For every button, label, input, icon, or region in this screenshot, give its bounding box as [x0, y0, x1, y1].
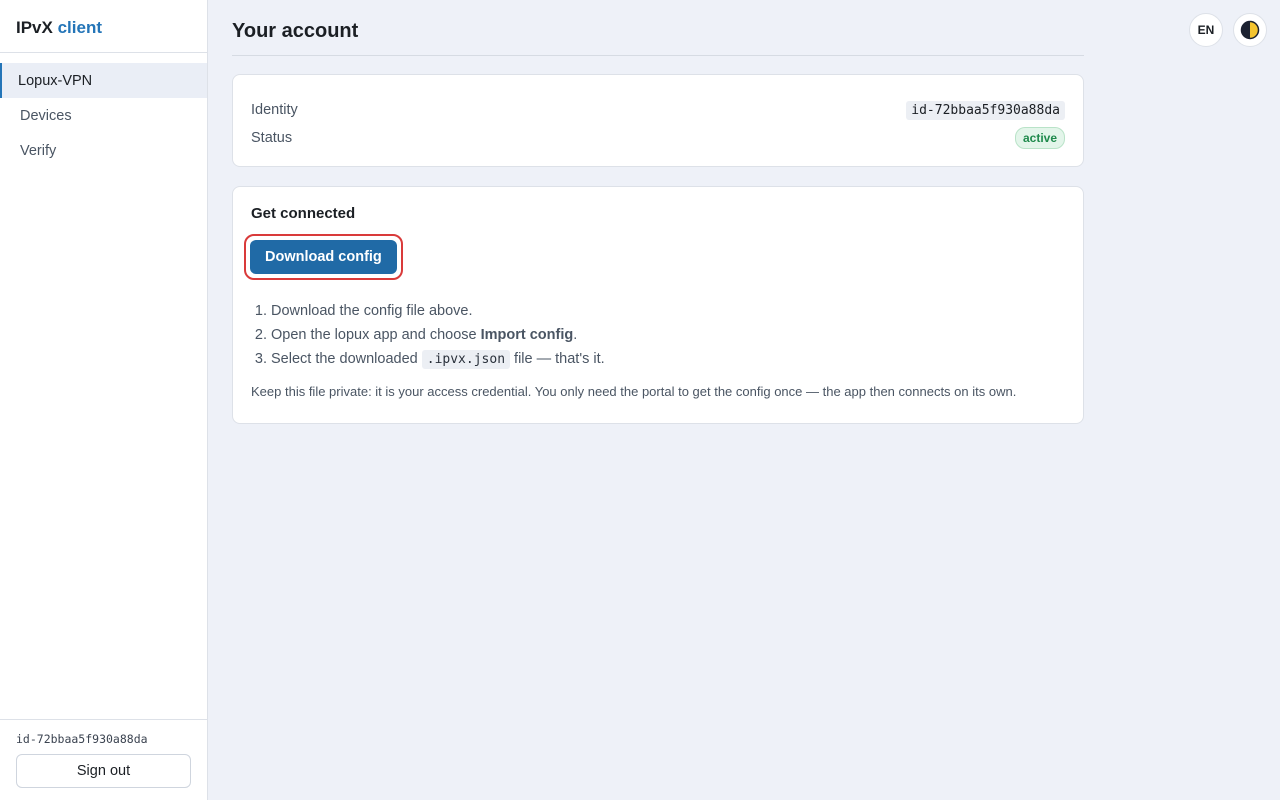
sidebar-nav: Lopux-VPN Devices Verify [0, 63, 207, 168]
brand-logo[interactable]: IPvX client [0, 0, 207, 53]
get-connected-card: Get connected Download config Download t… [232, 186, 1084, 424]
step-3: Select the downloaded .ipvx.json file — … [271, 347, 1065, 371]
account-card: Identity id-72bbaa5f930a88da Status acti… [232, 74, 1084, 167]
current-user-id: id-72bbaa5f930a88da [16, 732, 148, 746]
download-config-button[interactable]: Download config [250, 240, 397, 274]
brand-accent: client [57, 18, 102, 37]
download-highlight-ring: Download config [244, 234, 403, 280]
sign-out-button[interactable]: Sign out [16, 754, 191, 788]
step-1: Download the config file above. [271, 299, 1065, 323]
privacy-note: Keep this file private: it is your acces… [251, 384, 1017, 399]
config-filename-code: .ipvx.json [421, 350, 511, 369]
status-label: Status [251, 130, 293, 146]
identity-label: Identity [251, 102, 298, 118]
identity-row: Identity id-72bbaa5f930a88da [251, 96, 1065, 124]
theme-toggle-button[interactable] [1233, 13, 1267, 47]
status-badge: active [1014, 127, 1065, 149]
setup-steps: Download the config file above. Open the… [251, 299, 1065, 371]
page-title: Your account [232, 0, 1084, 56]
sidebar-item-lopux-vpn[interactable]: Lopux-VPN [0, 63, 207, 98]
sidebar-item-devices[interactable]: Devices [0, 98, 207, 133]
main-content: Your account Identity id-72bbaa5f930a88d… [232, 0, 1084, 424]
identity-value: id-72bbaa5f930a88da [906, 100, 1065, 120]
step-2: Open the lopux app and choose Import con… [271, 323, 1065, 347]
sidebar-item-verify[interactable]: Verify [0, 133, 207, 168]
language-switch-button[interactable]: EN [1189, 13, 1223, 47]
sidebar: IPvX client Lopux-VPN Devices Verify id-… [0, 0, 208, 800]
top-right-controls: EN [1189, 13, 1267, 47]
sidebar-footer: id-72bbaa5f930a88da Sign out [0, 719, 207, 800]
brand-name: IPvX [16, 18, 53, 37]
half-moon-icon [1240, 20, 1260, 40]
import-config-emphasis: Import config [480, 327, 574, 343]
get-connected-title: Get connected [251, 205, 356, 222]
status-row: Status active [251, 124, 1065, 152]
